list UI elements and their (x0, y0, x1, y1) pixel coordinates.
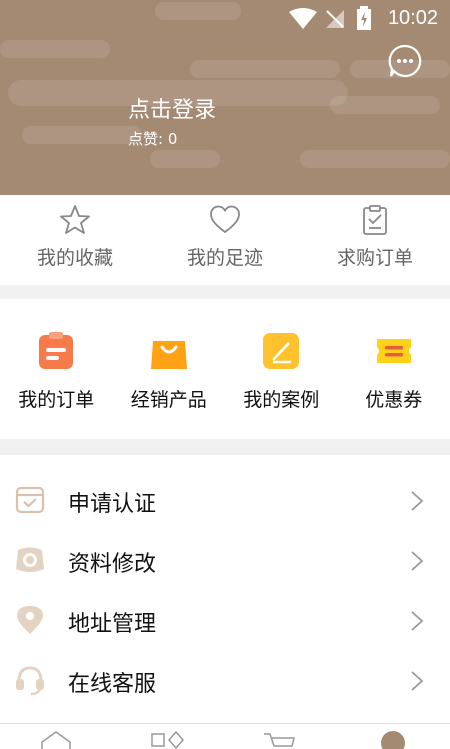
list-item-address[interactable]: 地址管理 (0, 590, 450, 650)
quick-link-history[interactable]: 我的足迹 (150, 195, 300, 285)
chevron-right-icon (411, 611, 424, 631)
shopping-bag-icon (150, 341, 187, 369)
order-label: 我的订单 (18, 389, 95, 411)
status-bar: 10:02 (0, 0, 450, 36)
quick-links: 我的收藏 我的足迹 求购订单 (0, 195, 450, 285)
status-time: 10:02 (387, 7, 438, 29)
location-icon (17, 606, 43, 634)
distributed-products-button[interactable]: 经销产品 (113, 299, 226, 439)
order-icon (39, 332, 74, 369)
profile-header: 10:02 点击登录 点赞: 0 (0, 0, 450, 195)
section-divider (0, 439, 450, 455)
wifi-icon (289, 8, 317, 29)
battery-charging-icon (357, 6, 371, 30)
quick-link-label: 我的足迹 (186, 247, 263, 269)
list-item-profile-edit[interactable]: 资料修改 (0, 530, 450, 590)
list-item-customer-service[interactable]: 在线客服 (0, 650, 450, 710)
likes-count: 点赞: 0 (128, 130, 178, 148)
list-item-label: 资料修改 (68, 552, 157, 577)
order-label: 我的案例 (243, 389, 320, 411)
login-link[interactable]: 点击登录 (128, 92, 216, 124)
cloud-decoration (190, 60, 340, 78)
headset-icon (16, 666, 44, 696)
list-item-label: 申请认证 (68, 492, 157, 517)
case-icon (263, 333, 300, 369)
heart-icon (210, 205, 240, 234)
quick-link-label: 求购订单 (336, 247, 413, 269)
home-icon[interactable] (40, 730, 72, 749)
cloud-decoration (300, 150, 450, 168)
chevron-right-icon (411, 551, 424, 571)
no-signal-icon (326, 10, 344, 28)
order-label: 优惠券 (365, 389, 423, 411)
category-icon[interactable] (150, 730, 186, 749)
settings-list: 申请认证 资料修改 地址管理 在线客服 (0, 470, 450, 710)
section-divider (0, 285, 450, 299)
quick-link-favorites[interactable]: 我的收藏 (0, 195, 150, 285)
certification-icon (15, 486, 45, 514)
message-icon[interactable] (388, 44, 422, 78)
profile-icon[interactable] (380, 730, 406, 749)
chevron-right-icon (411, 491, 424, 511)
order-label: 经销产品 (130, 389, 207, 411)
order-shortcuts: 我的订单 经销产品 我的案例 优惠券 (0, 299, 450, 439)
list-item-label: 在线客服 (68, 672, 157, 697)
quick-link-purchase-orders[interactable]: 求购订单 (300, 195, 450, 285)
clipboard-check-icon (363, 205, 387, 235)
bottom-nav (0, 723, 450, 749)
chevron-right-icon (411, 671, 424, 691)
coupon-icon (376, 339, 411, 363)
profile-edit-icon (16, 547, 44, 572)
my-orders-button[interactable]: 我的订单 (0, 299, 113, 439)
list-item-certification[interactable]: 申请认证 (0, 470, 450, 530)
my-cases-button[interactable]: 我的案例 (225, 299, 338, 439)
coupons-button[interactable]: 优惠券 (338, 299, 450, 439)
quick-link-label: 我的收藏 (36, 247, 113, 269)
cloud-decoration (22, 126, 142, 144)
cloud-decoration (150, 150, 220, 168)
list-item-label: 地址管理 (68, 612, 157, 637)
cloud-decoration (330, 96, 440, 114)
star-icon (60, 205, 90, 234)
cart-icon[interactable] (262, 730, 296, 749)
cloud-decoration (0, 40, 110, 58)
